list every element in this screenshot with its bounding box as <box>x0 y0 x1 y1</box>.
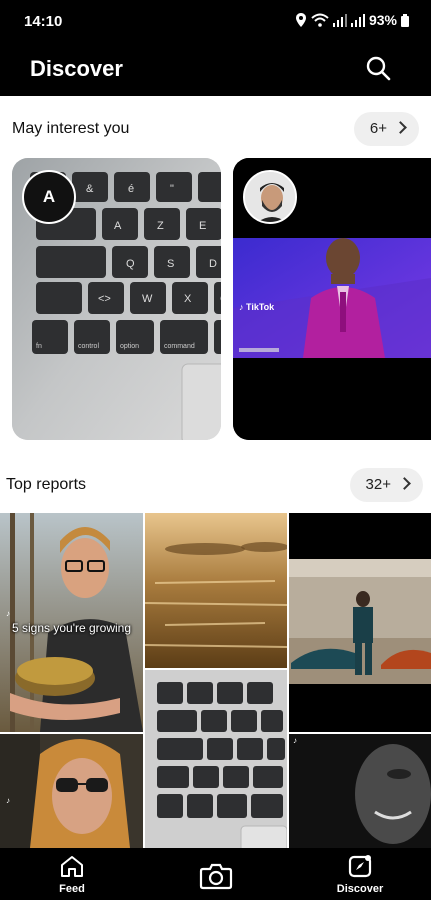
report-tile-3[interactable] <box>289 513 431 732</box>
report-tile-4[interactable] <box>145 670 287 848</box>
report-tile-image <box>289 513 431 732</box>
search-icon[interactable] <box>365 55 391 81</box>
app-header: Discover <box>0 44 431 96</box>
interest-card-2[interactable]: ♪ TikTok <box>233 158 431 440</box>
tiktok-watermark: ♪ <box>6 796 10 805</box>
location-icon <box>295 13 306 27</box>
svg-text:♪ TikTok: ♪ TikTok <box>239 302 275 312</box>
interest-card-1[interactable]: & é " A Z E Q S D <> W X C fn control op… <box>12 158 221 440</box>
report-caption: 5 signs you're growing <box>11 621 132 635</box>
key-label: E <box>199 220 206 232</box>
key-label: D <box>209 258 217 270</box>
interest-count: 6+ <box>369 120 387 137</box>
key-label: A <box>114 220 122 232</box>
key-label: S <box>167 258 174 270</box>
chevron-right-icon <box>394 121 407 134</box>
report-tile-image <box>0 734 143 848</box>
bottom-nav: Feed Discover <box>0 848 431 900</box>
home-icon <box>61 856 83 877</box>
nav-feed-label: Feed <box>59 883 85 895</box>
avatar-letter: A <box>42 187 56 206</box>
key-label: C <box>220 293 221 305</box>
nav-discover[interactable]: Discover <box>320 854 400 895</box>
nav-discover-label: Discover <box>336 883 384 895</box>
status-bar: 14:10 93% <box>0 0 431 44</box>
key-label: Q <box>126 258 135 270</box>
chevron-right-icon <box>398 477 411 490</box>
status-time: 14:10 <box>24 13 63 30</box>
avatar[interactable]: A <box>22 170 76 224</box>
report-tile-image <box>289 734 431 848</box>
key-label: & <box>86 183 94 195</box>
tiktok-watermark: ♪ <box>293 736 297 745</box>
camera-icon <box>199 863 233 890</box>
reports-count: 32+ <box>365 476 391 493</box>
key-label: fn <box>36 343 42 350</box>
battery-icon <box>401 13 409 27</box>
key-label: W <box>142 293 153 305</box>
key-label: <> <box>98 293 111 305</box>
key-label: option <box>120 343 139 350</box>
battery-level: 93% <box>368 12 397 28</box>
reports-section-header: Top reports 32+ <box>0 468 431 504</box>
tiktok-watermark: ♪ <box>6 609 10 618</box>
reports-section-title: Top reports <box>6 476 87 493</box>
interest-section-title: May interest you <box>12 120 130 137</box>
interest-see-all-button[interactable]: 6+ <box>353 112 419 146</box>
discover-content: May interest you 6+ & é " A Z E Q S D <>… <box>0 96 431 848</box>
page-title: Discover <box>30 56 123 81</box>
key-label: X <box>184 293 192 305</box>
reports-see-all-button[interactable]: 32+ <box>349 468 423 502</box>
signal-icon <box>332 13 347 27</box>
key-label: é <box>128 183 134 195</box>
report-tile-6[interactable]: ♪ <box>289 734 431 848</box>
wifi-icon <box>311 13 329 27</box>
key-label: command <box>164 343 195 350</box>
avatar[interactable] <box>243 170 297 224</box>
nav-camera[interactable] <box>176 862 256 893</box>
report-tile-5[interactable]: ♪ <box>0 734 143 848</box>
report-tile-image <box>145 513 287 668</box>
report-tile-image <box>145 670 287 848</box>
discover-icon <box>348 855 372 878</box>
signal-icon-2 <box>350 13 365 27</box>
key-label: Z <box>157 220 164 232</box>
key-label: control <box>78 343 99 350</box>
report-tile-2[interactable] <box>145 513 287 668</box>
nav-feed[interactable]: Feed <box>32 854 112 895</box>
status-icons: 93% <box>295 12 409 28</box>
key-label: " <box>170 183 174 195</box>
report-tile-1[interactable]: 5 signs you're growing ♪ <box>0 513 143 732</box>
interest-section-header: May interest you 6+ <box>0 112 431 148</box>
